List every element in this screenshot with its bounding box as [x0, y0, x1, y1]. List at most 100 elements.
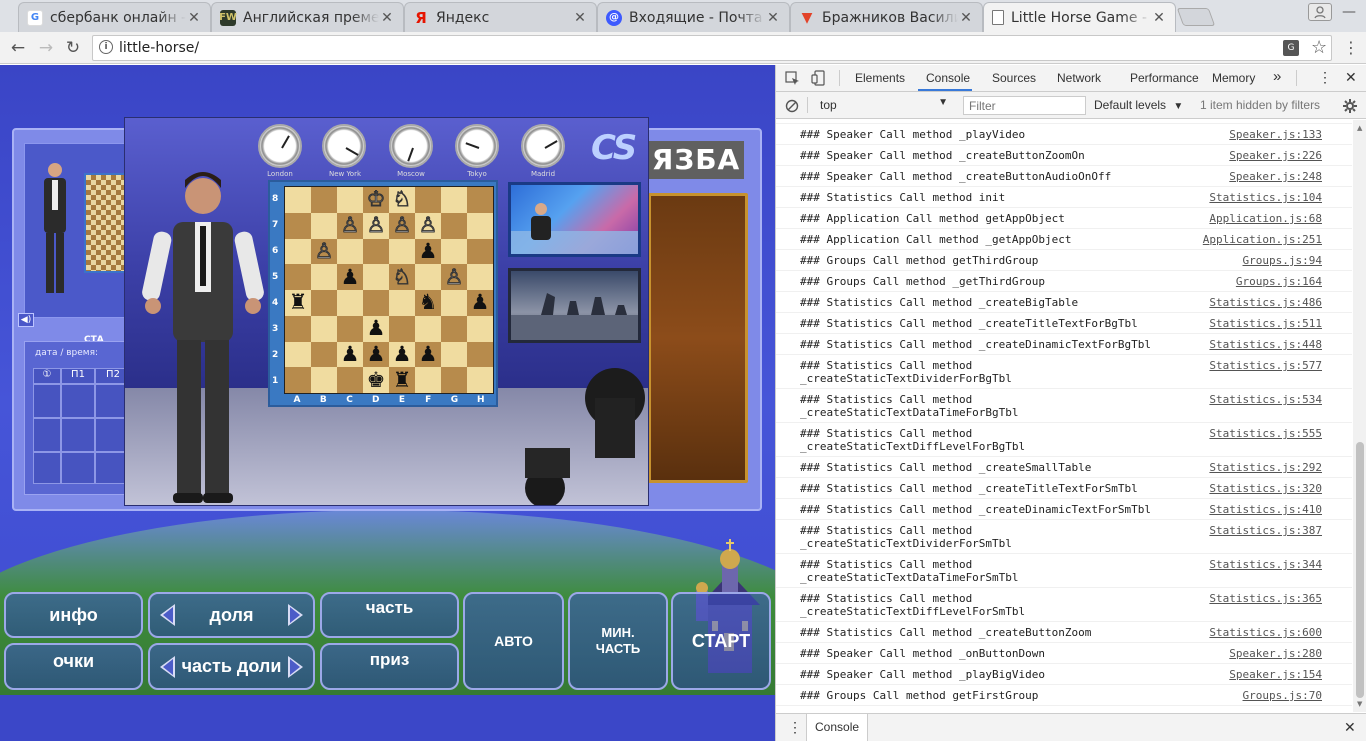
- chess-piece[interactable]: ♙: [314, 240, 334, 262]
- presenter-video[interactable]: London New York Moscow Tokyo Madrid CS 8…: [124, 117, 649, 506]
- log-source-link[interactable]: Statistics.js:511: [1209, 317, 1322, 330]
- browser-tab[interactable]: ▼ Бражников Васили ✕: [790, 2, 983, 32]
- board-square[interactable]: [337, 315, 363, 342]
- settings-gear-icon[interactable]: [1342, 98, 1358, 114]
- board-square[interactable]: ♙: [441, 264, 467, 290]
- tab-console[interactable]: Console: [926, 71, 970, 85]
- info-icon[interactable]: i: [99, 40, 113, 54]
- board-square[interactable]: ♟: [363, 315, 389, 342]
- chess-piece[interactable]: ♙: [366, 214, 386, 236]
- chess-board[interactable]: ♔ ♘ ♙ ♙ ♙ ♙ ♙ ♟ ♟ ♘ ♙ ♜ ♞ ♟ ♟ ♟ ♟ ♟ ♟ ♚ ♜: [284, 186, 494, 394]
- log-source-link[interactable]: Statistics.js:486: [1209, 296, 1322, 309]
- log-source-link[interactable]: Statistics.js:410: [1209, 503, 1322, 516]
- board-square[interactable]: [285, 238, 311, 265]
- tab-elements[interactable]: Elements: [855, 71, 905, 85]
- chess-piece[interactable]: ♟: [341, 343, 360, 365]
- log-source-link[interactable]: Speaker.js:248: [1229, 170, 1322, 183]
- share-button[interactable]: доля: [148, 592, 315, 638]
- board-square[interactable]: [285, 315, 311, 342]
- log-source-link[interactable]: Statistics.js:320: [1209, 482, 1322, 495]
- board-square[interactable]: [389, 315, 415, 342]
- log-source-link[interactable]: Groups.js:94: [1243, 254, 1322, 267]
- board-square[interactable]: ♙: [389, 212, 415, 239]
- board-square[interactable]: [285, 367, 311, 393]
- board-square[interactable]: ♟: [415, 238, 441, 265]
- chess-piece[interactable]: ♙: [392, 214, 412, 236]
- close-icon[interactable]: ✕: [186, 10, 202, 26]
- close-icon[interactable]: ✕: [958, 10, 974, 26]
- board-square[interactable]: ♟: [415, 341, 441, 368]
- prize-button[interactable]: приз: [320, 643, 459, 690]
- browser-tab[interactable]: G сбербанк онлайн - ✕: [18, 2, 211, 32]
- chess-piece[interactable]: ♙: [340, 214, 360, 236]
- chess-piece[interactable]: ♘: [392, 188, 412, 210]
- profile-icon[interactable]: [1308, 3, 1332, 21]
- board-square[interactable]: [441, 238, 467, 265]
- board-square[interactable]: [389, 238, 415, 265]
- scroll-down-icon[interactable]: ▼: [1357, 700, 1362, 708]
- board-square[interactable]: ♟: [467, 290, 493, 316]
- board-square[interactable]: [467, 238, 493, 265]
- board-square[interactable]: [467, 187, 493, 213]
- arrow-left-icon[interactable]: [160, 655, 175, 678]
- board-square[interactable]: [285, 187, 311, 213]
- board-square[interactable]: [311, 187, 337, 213]
- board-square[interactable]: [415, 187, 441, 213]
- board-square[interactable]: [311, 264, 337, 290]
- board-square[interactable]: ♙: [311, 238, 337, 265]
- game-canvas[interactable]: ◀) СТА дата / время: ① П1 П2 ЯЗБА London…: [0, 65, 775, 741]
- browser-tab-active[interactable]: Little Horse Game - ✕: [983, 2, 1176, 32]
- arrow-right-icon[interactable]: [288, 604, 303, 626]
- close-icon[interactable]: ✕: [572, 10, 588, 26]
- tab-memory[interactable]: Memory: [1212, 71, 1255, 85]
- board-square[interactable]: ♙: [363, 212, 389, 239]
- board-square[interactable]: [441, 212, 467, 239]
- board-square[interactable]: ♘: [389, 187, 415, 213]
- board-square[interactable]: [337, 367, 363, 393]
- tab-performance[interactable]: Performance: [1130, 71, 1199, 85]
- board-square[interactable]: [311, 341, 337, 368]
- chess-piece[interactable]: ♚: [367, 369, 386, 391]
- close-icon[interactable]: ✕: [1151, 10, 1167, 26]
- board-square[interactable]: [441, 290, 467, 316]
- share-part-button[interactable]: часть доли: [148, 643, 315, 690]
- board-square[interactable]: [441, 367, 467, 393]
- log-source-link[interactable]: Statistics.js:555: [1209, 427, 1322, 440]
- log-source-link[interactable]: Statistics.js:600: [1209, 626, 1322, 639]
- board-square[interactable]: [311, 212, 337, 239]
- board-square[interactable]: ♜: [285, 290, 311, 316]
- board-square[interactable]: [467, 212, 493, 239]
- board-square[interactable]: ♔: [363, 187, 389, 213]
- log-source-link[interactable]: Groups.js:138: [1236, 710, 1322, 712]
- chess-piece[interactable]: ♟: [419, 240, 438, 262]
- board-square[interactable]: [337, 187, 363, 213]
- board-square[interactable]: [441, 315, 467, 342]
- chess-piece[interactable]: ♟: [341, 266, 360, 288]
- log-source-link[interactable]: Application.js:68: [1209, 212, 1322, 225]
- chess-piece[interactable]: ♜: [393, 369, 412, 391]
- console-scrollbar[interactable]: ▲ ▼: [1353, 120, 1366, 712]
- log-source-link[interactable]: Speaker.js:154: [1229, 668, 1322, 681]
- board-square[interactable]: [285, 264, 311, 290]
- log-source-link[interactable]: Groups.js:164: [1236, 275, 1322, 288]
- board-square[interactable]: ♟: [363, 341, 389, 368]
- console-output[interactable]: ### Speaker Call method _playVideo Speake…: [776, 120, 1352, 712]
- board-square[interactable]: ♙: [337, 212, 363, 239]
- board-square[interactable]: [363, 238, 389, 265]
- tab-network[interactable]: Network: [1057, 71, 1101, 85]
- board-square[interactable]: ♚: [363, 367, 389, 393]
- board-square[interactable]: [363, 264, 389, 290]
- console-filter-input[interactable]: [963, 96, 1086, 115]
- log-source-link[interactable]: Groups.js:70: [1243, 689, 1322, 702]
- log-source-link[interactable]: Statistics.js:365: [1209, 592, 1322, 605]
- speaker-icon[interactable]: ◀): [18, 313, 34, 327]
- board-square[interactable]: [311, 290, 337, 316]
- browser-tab[interactable]: Я Яндекс ✕: [404, 2, 597, 32]
- min-part-button[interactable]: МИН. ЧАСТЬ: [568, 592, 668, 690]
- part-button[interactable]: часть: [320, 592, 459, 638]
- board-square[interactable]: [467, 315, 493, 342]
- context-selector[interactable]: top ▼: [812, 95, 952, 115]
- chess-piece[interactable]: ♞: [419, 292, 438, 313]
- log-source-link[interactable]: Statistics.js:292: [1209, 461, 1322, 474]
- minimize-icon[interactable]: —: [1342, 4, 1356, 20]
